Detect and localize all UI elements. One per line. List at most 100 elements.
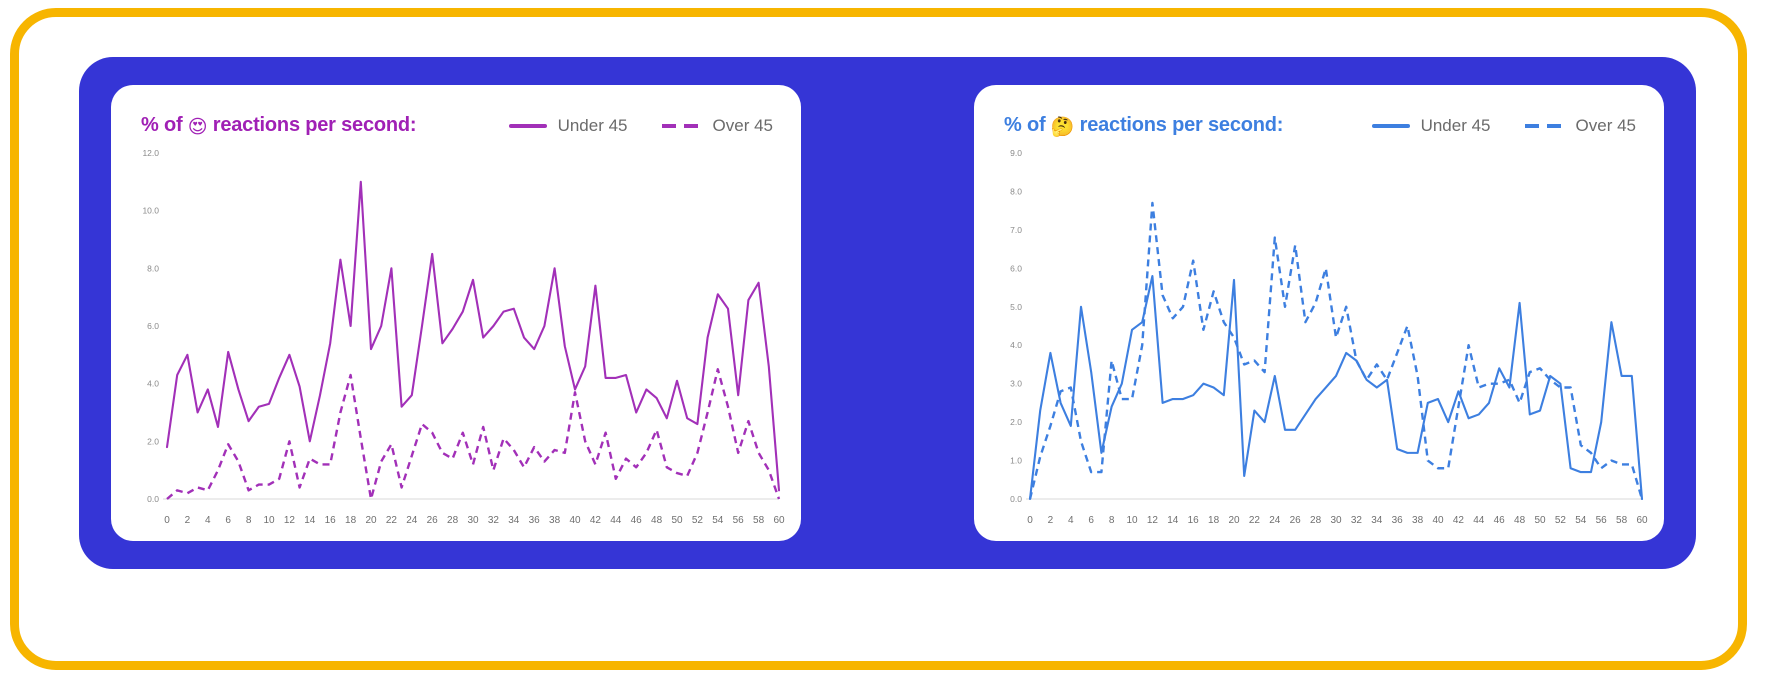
x-axis-tick-label: 20 bbox=[365, 515, 377, 526]
chart-header-love: % of 😍 reactions per second: Under 45 Ov… bbox=[125, 103, 787, 143]
y-axis-tick-label: 9.0 bbox=[1010, 148, 1022, 158]
x-axis-tick-label: 40 bbox=[569, 515, 581, 526]
x-axis-tick-label: 58 bbox=[1616, 515, 1628, 526]
chart-card-love: % of 😍 reactions per second: Under 45 Ov… bbox=[111, 85, 801, 541]
x-axis-tick-label: 58 bbox=[753, 515, 765, 526]
x-axis-tick-label: 20 bbox=[1228, 515, 1240, 526]
y-axis-tick-label: 5.0 bbox=[1010, 302, 1022, 312]
y-axis-tick-label: 0.0 bbox=[147, 494, 159, 504]
x-axis-tick-label: 32 bbox=[488, 515, 500, 526]
x-axis-tick-label: 46 bbox=[1494, 515, 1506, 526]
x-axis-tick-label: 52 bbox=[1555, 515, 1567, 526]
x-axis-tick-label: 2 bbox=[1048, 515, 1054, 526]
y-axis-tick-label: 6.0 bbox=[147, 321, 159, 331]
smiling-face-with-heart-eyes-icon: 😍 bbox=[187, 116, 208, 138]
plot-svg-love: 0.02.04.06.08.010.012.00 2 4 6 8 10 12 14 16 18 20… bbox=[142, 148, 785, 526]
x-axis-tick-label: 52 bbox=[692, 515, 704, 526]
chart-title-prefix: % of bbox=[1004, 113, 1051, 136]
blue-panel: % of 😍 reactions per second: Under 45 Ov… bbox=[79, 57, 1696, 569]
x-axis-tick-label: 18 bbox=[1208, 515, 1220, 526]
x-axis-tick-label: 34 bbox=[508, 515, 520, 526]
x-axis-tick-label: 14 bbox=[304, 515, 316, 526]
x-axis-tick-label: 6 bbox=[1088, 515, 1094, 526]
x-axis-tick-label: 54 bbox=[1575, 515, 1587, 526]
charts-row: % of 😍 reactions per second: Under 45 Ov… bbox=[79, 57, 1696, 569]
chart-title-suffix: reactions per second: bbox=[1074, 113, 1284, 136]
outer-frame: % of 😍 reactions per second: Under 45 Ov… bbox=[10, 8, 1747, 670]
y-axis-tick-label: 12.0 bbox=[142, 148, 159, 158]
legend-item-under45-love[interactable]: Under 45 bbox=[508, 116, 628, 136]
x-axis-tick-label: 30 bbox=[1330, 515, 1342, 526]
chart-header-thinking: % of 🤔 reactions per second: Under 45 Ov… bbox=[988, 103, 1650, 143]
legend-label-over45: Over 45 bbox=[1575, 116, 1636, 135]
series-line-over-45 bbox=[1028, 201, 1644, 500]
x-axis-tick-label: 0 bbox=[164, 515, 170, 526]
x-axis-tick-label: 12 bbox=[284, 515, 296, 526]
x-axis-tick-label: 42 bbox=[1453, 515, 1465, 526]
legend-swatch-dashed-icon bbox=[661, 124, 702, 128]
plot-area-thinking[interactable]: 0.0 1.0 2.0 3.0 4.0 5.0 6.0 7.0 8.0 9.0 0 2 4 6 8 10 12 1… bbox=[988, 143, 1650, 535]
legend-swatch-dashed-icon bbox=[1524, 124, 1565, 128]
x-axis-tick-label: 8 bbox=[1109, 515, 1115, 526]
legend-label-under45: Under 45 bbox=[557, 116, 628, 135]
y-axis-tick-label: 2.0 bbox=[1010, 417, 1022, 427]
plot-area-love[interactable]: 0.0 2.0 4.0 6.0 8.0 10.0 12.0 0 2 4 6 8 10 12 14 16 18 20… bbox=[125, 143, 787, 535]
legend-swatch-solid-icon bbox=[508, 124, 547, 128]
legend-item-over45-thinking[interactable]: Over 45 bbox=[1524, 116, 1636, 136]
y-axis-tick-label: 10.0 bbox=[142, 206, 159, 216]
x-axis-tick-label: 10 bbox=[1126, 515, 1138, 526]
x-axis-tick-label: 46 bbox=[631, 515, 643, 526]
x-axis-tick-label: 4 bbox=[1068, 515, 1074, 526]
chart-legend-thinking: Under 45 Over 45 bbox=[1371, 116, 1636, 136]
x-axis-tick-label: 34 bbox=[1371, 515, 1383, 526]
x-axis-tick-label: 54 bbox=[712, 515, 724, 526]
x-axis-tick-label: 50 bbox=[671, 515, 683, 526]
x-axis-tick-label: 56 bbox=[1596, 515, 1608, 526]
x-axis-tick-label: 26 bbox=[427, 515, 439, 526]
x-axis-tick-label: 60 bbox=[1636, 515, 1648, 526]
y-axis-tick-label: 7.0 bbox=[1010, 225, 1022, 235]
x-axis-tick-label: 4 bbox=[205, 515, 211, 526]
x-axis-tick-label: 24 bbox=[406, 515, 418, 526]
thinking-face-icon: 🤔 bbox=[1050, 116, 1075, 138]
series-line-under-45 bbox=[1028, 274, 1644, 501]
legend-item-under45-thinking[interactable]: Under 45 bbox=[1371, 116, 1491, 136]
x-axis-tick-label: 42 bbox=[590, 515, 602, 526]
series-line-under-45 bbox=[165, 180, 781, 492]
x-axis-tick-label: 40 bbox=[1432, 515, 1444, 526]
x-axis-tick-label: 38 bbox=[549, 515, 561, 526]
x-axis-tick-label: 6 bbox=[225, 515, 231, 526]
x-axis-tick-label: 26 bbox=[1290, 515, 1302, 526]
y-axis-tick-label: 2.0 bbox=[147, 436, 159, 446]
legend-swatch-solid-icon bbox=[1371, 124, 1410, 128]
chart-title-prefix: % of bbox=[141, 113, 188, 136]
chart-title-thinking: % of 🤔 reactions per second: bbox=[1004, 114, 1283, 139]
y-axis-tick-label: 1.0 bbox=[1010, 456, 1022, 466]
x-axis-tick-label: 18 bbox=[345, 515, 357, 526]
y-axis-tick-label: 0.0 bbox=[1010, 494, 1022, 504]
y-axis-tick-label: 6.0 bbox=[1010, 263, 1022, 273]
x-axis-tick-label: 38 bbox=[1412, 515, 1424, 526]
x-axis-tick-label: 48 bbox=[651, 515, 663, 526]
y-axis-tick-label: 8.0 bbox=[147, 263, 159, 273]
legend-item-over45-love[interactable]: Over 45 bbox=[661, 116, 773, 136]
x-axis-tick-label: 2 bbox=[185, 515, 191, 526]
chart-title-love: % of 😍 reactions per second: bbox=[141, 113, 417, 139]
x-axis-tick-label: 8 bbox=[246, 515, 252, 526]
x-axis-tick-label: 36 bbox=[1392, 515, 1404, 526]
x-axis-tick-label: 14 bbox=[1167, 515, 1179, 526]
x-axis-tick-label: 24 bbox=[1269, 515, 1281, 526]
x-axis-tick-label: 16 bbox=[325, 515, 337, 526]
x-axis-tick-label: 28 bbox=[447, 515, 459, 526]
x-axis-tick-label: 44 bbox=[1473, 515, 1485, 526]
x-axis-tick-label: 0 bbox=[1027, 515, 1033, 526]
chart-card-thinking: % of 🤔 reactions per second: Under 45 Ov… bbox=[974, 85, 1664, 541]
x-axis-tick-label: 10 bbox=[263, 515, 275, 526]
series-line-over-45 bbox=[166, 368, 781, 501]
x-axis-tick-label: 50 bbox=[1534, 515, 1546, 526]
chart-title-suffix: reactions per second: bbox=[207, 113, 417, 136]
x-axis-tick-label: 36 bbox=[529, 515, 541, 526]
x-axis-tick-label: 44 bbox=[610, 515, 622, 526]
x-axis-tick-label: 32 bbox=[1351, 515, 1363, 526]
x-axis-tick-label: 22 bbox=[386, 515, 398, 526]
